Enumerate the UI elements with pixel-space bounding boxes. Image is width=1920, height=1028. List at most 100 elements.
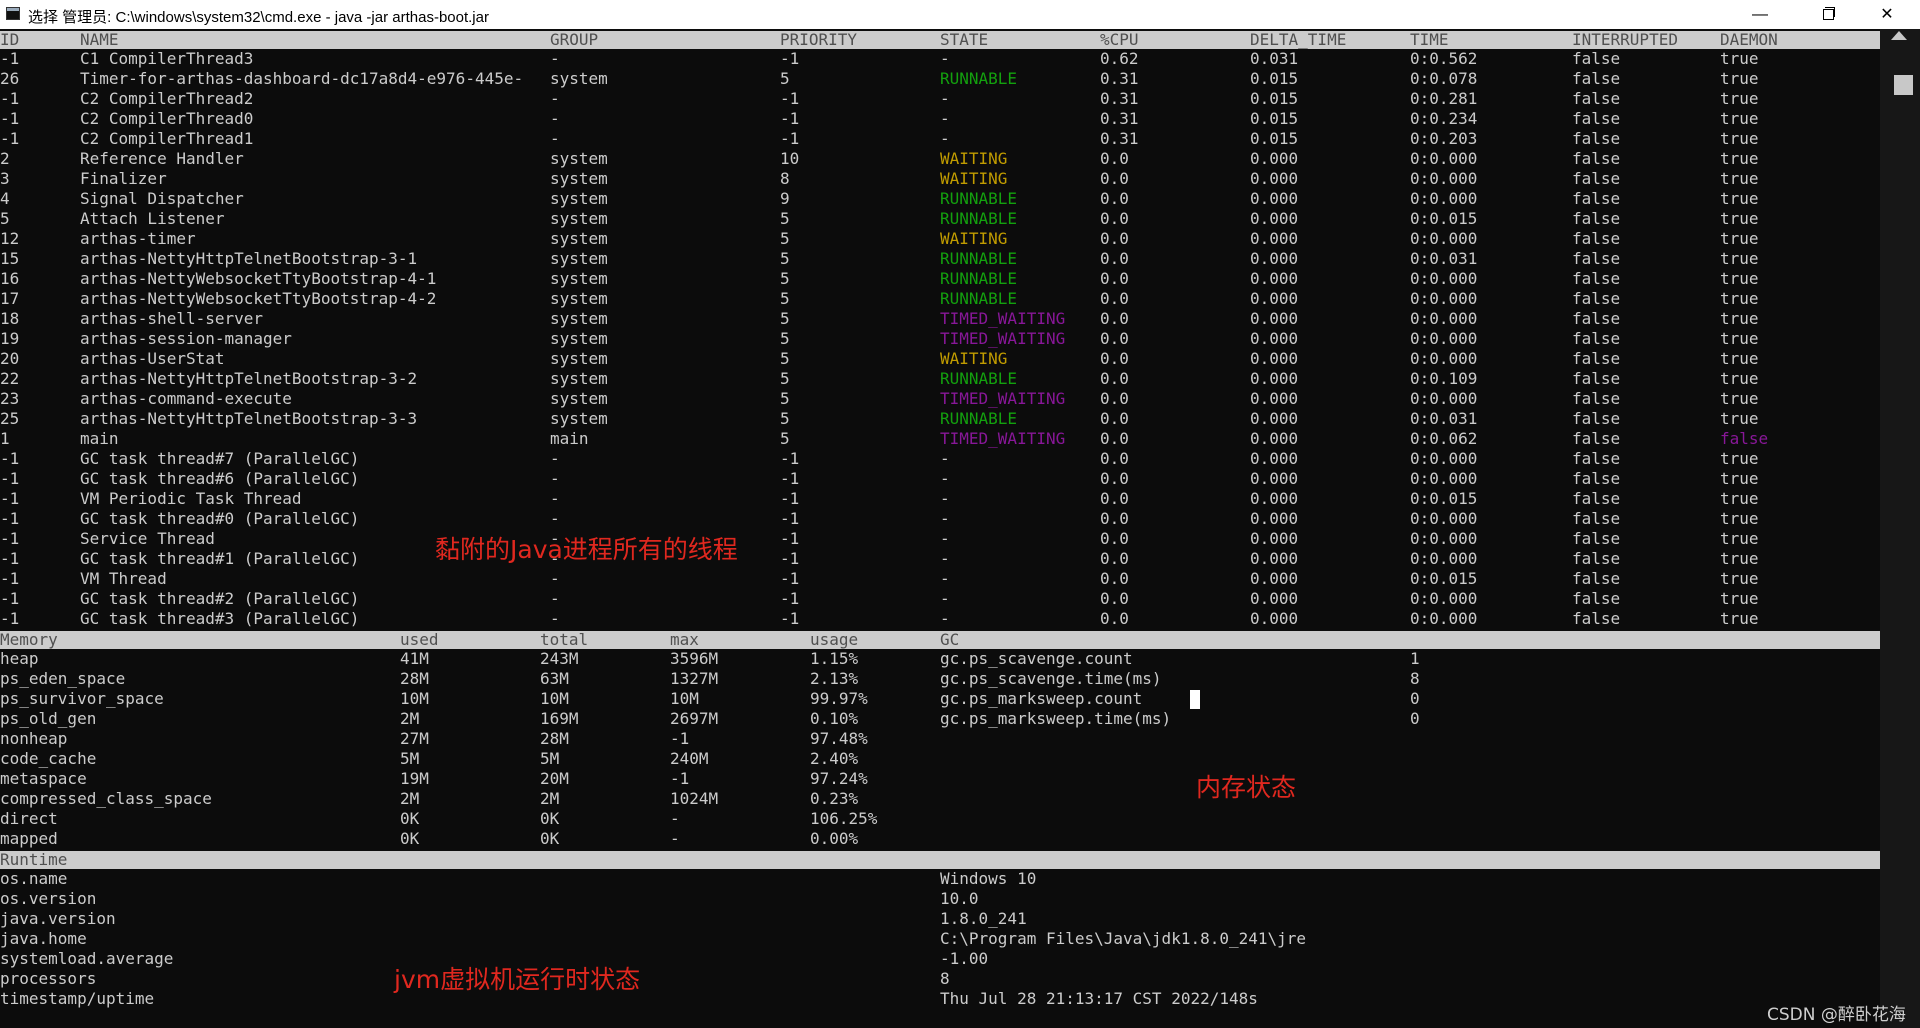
gc-metric-value: 8 [1410, 669, 1420, 688]
cell-name: C2 CompilerThread0 [80, 109, 254, 128]
cell-state: - [940, 109, 950, 128]
col-header-delta-time: DELTA_TIME [1250, 30, 1347, 49]
table-row: 17 arthas-NettyWebsocketTtyBootstrap-4-2 s… [0, 289, 1880, 309]
memory-row: ps_eden_space 28M 63M 1327M 2.13% gc.ps_scave… [0, 669, 1880, 689]
cell-state: WAITING [940, 149, 1008, 168]
scroll-up-arrow-icon[interactable] [1891, 31, 1907, 40]
cell-interrupted: false [1572, 489, 1621, 508]
cell-group: - [550, 449, 560, 468]
maximize-button[interactable] [1805, 0, 1851, 29]
gc-metric-name: gc.ps_marksweep.time(ms) [940, 709, 1172, 728]
cell-id: 1 [0, 429, 10, 448]
cell-time: 0:0.281 [1410, 89, 1478, 108]
cell-cpu: 0.31 [1100, 129, 1139, 148]
cell-memory: compressed_class_space [0, 789, 212, 808]
cell-priority: -1 [780, 89, 800, 108]
scrollbar-thumb[interactable] [1894, 75, 1913, 95]
cell-delta-time: 0.000 [1250, 409, 1299, 428]
cell-interrupted: false [1572, 349, 1621, 368]
cell-cpu: 0.0 [1100, 369, 1129, 388]
cell-priority: -1 [780, 489, 800, 508]
runtime-value: Windows 10 [940, 869, 1037, 888]
cell-name: GC task thread#1 (ParallelGC) [80, 549, 360, 568]
table-row: 20 arthas-UserStat system 5 WAITING 0.0 0.000 0… [0, 349, 1880, 369]
cell-cpu: 0.0 [1100, 249, 1129, 268]
console-output[interactable]: ID NAME GROUP PRIORITY STATE %CPU DELTA_TIME TI… [0, 29, 1880, 1028]
close-button[interactable]: ✕ [1864, 0, 1910, 29]
cell-used: 10M [400, 689, 429, 708]
cell-time: 0:0.062 [1410, 429, 1478, 448]
cell-priority: -1 [780, 129, 800, 148]
cell-interrupted: false [1572, 569, 1621, 588]
cell-state: TIMED_WAITING [940, 309, 1066, 328]
table-row: 4 Signal Dispatcher system 9 RUNNABLE 0.0 0.00… [0, 189, 1880, 209]
cell-name: Attach Listener [80, 209, 225, 228]
cell-interrupted: false [1572, 269, 1621, 288]
cell-interrupted: false [1572, 529, 1621, 548]
cell-priority: -1 [780, 509, 800, 528]
cell-id: -1 [0, 449, 20, 468]
cell-group: system [550, 329, 608, 348]
cell-group: system [550, 409, 608, 428]
cell-id: 4 [0, 189, 10, 208]
cell-name: Reference Handler [80, 149, 244, 168]
cell-group: system [550, 369, 608, 388]
gc-metric-name: gc.ps_scavenge.time(ms) [940, 669, 1162, 688]
table-row: 5 Attach Listener system 5 RUNNABLE 0.0 0.000 0… [0, 209, 1880, 229]
cell-priority: 5 [780, 369, 790, 388]
cell-id: -1 [0, 129, 20, 148]
cell-interrupted: false [1572, 469, 1621, 488]
table-row: 22 arthas-NettyHttpTelnetBootstrap-3-2 sys… [0, 369, 1880, 389]
cell-interrupted: false [1572, 389, 1621, 408]
cell-used: 2M [400, 709, 420, 728]
cell-priority: 10 [780, 149, 800, 168]
cell-group: - [550, 129, 560, 148]
runtime-value: C:\Program Files\Java\jdk1.8.0_241\jre [940, 929, 1307, 948]
cell-usage: 0.23% [810, 789, 859, 808]
runtime-row: timestamp/uptime Thu Jul 28 21:13:17 CST … [0, 989, 1880, 1009]
cell-group: - [550, 469, 560, 488]
cell-cpu: 0.0 [1100, 389, 1129, 408]
cell-name: Signal Dispatcher [80, 189, 244, 208]
col-header-used: used [400, 630, 439, 649]
restore-icon-front [1823, 9, 1834, 20]
cell-name: C2 CompilerThread1 [80, 129, 254, 148]
table-row: -1 GC task thread#1 (ParallelGC) - -1-0.0 0.… [0, 549, 1880, 569]
memory-row: ps_old_gen 2M 169M 2697M 0.10% gc.ps_markswee… [0, 709, 1880, 729]
cell-daemon: true [1720, 169, 1759, 188]
cell-name: arthas-timer [80, 229, 196, 248]
memory-row: code_cache 5M 5M 240M 2.40% [0, 749, 1880, 769]
cell-state: RUNNABLE [940, 69, 1018, 88]
cell-daemon: true [1720, 249, 1759, 268]
cell-delta-time: 0.000 [1250, 249, 1299, 268]
cell-daemon: false [1720, 429, 1769, 448]
cell-daemon: true [1720, 289, 1759, 308]
runtime-key: java.version [0, 909, 116, 928]
cell-group: system [550, 349, 608, 368]
cell-priority: 5 [780, 269, 790, 288]
cell-interrupted: false [1572, 49, 1621, 68]
vertical-scrollbar[interactable] [1880, 29, 1920, 1028]
cell-interrupted: false [1572, 329, 1621, 348]
cell-group: system [550, 69, 608, 88]
cell-priority: 5 [780, 389, 790, 408]
cell-daemon: true [1720, 229, 1759, 248]
cell-state: TIMED_WAITING [940, 389, 1066, 408]
cell-state: - [940, 569, 950, 588]
cell-priority: -1 [780, 449, 800, 468]
cell-daemon: true [1720, 49, 1759, 68]
cell-cpu: 0.0 [1100, 489, 1129, 508]
cell-used: 27M [400, 729, 429, 748]
cell-time: 0:0.000 [1410, 469, 1478, 488]
gc-metric-value: 0 [1410, 709, 1420, 728]
minimize-button[interactable]: — [1737, 0, 1783, 29]
cell-delta-time: 0.000 [1250, 449, 1299, 468]
cell-cpu: 0.31 [1100, 109, 1139, 128]
cell-interrupted: false [1572, 169, 1621, 188]
table-row: 26 Timer-for-arthas-dashboard-dc17a8d4-e9… [0, 69, 1880, 89]
cell-used: 41M [400, 649, 429, 668]
cell-priority: -1 [780, 569, 800, 588]
cell-cpu: 0.0 [1100, 609, 1129, 628]
col-header-name: NAME [80, 30, 119, 49]
cell-interrupted: false [1572, 89, 1621, 108]
